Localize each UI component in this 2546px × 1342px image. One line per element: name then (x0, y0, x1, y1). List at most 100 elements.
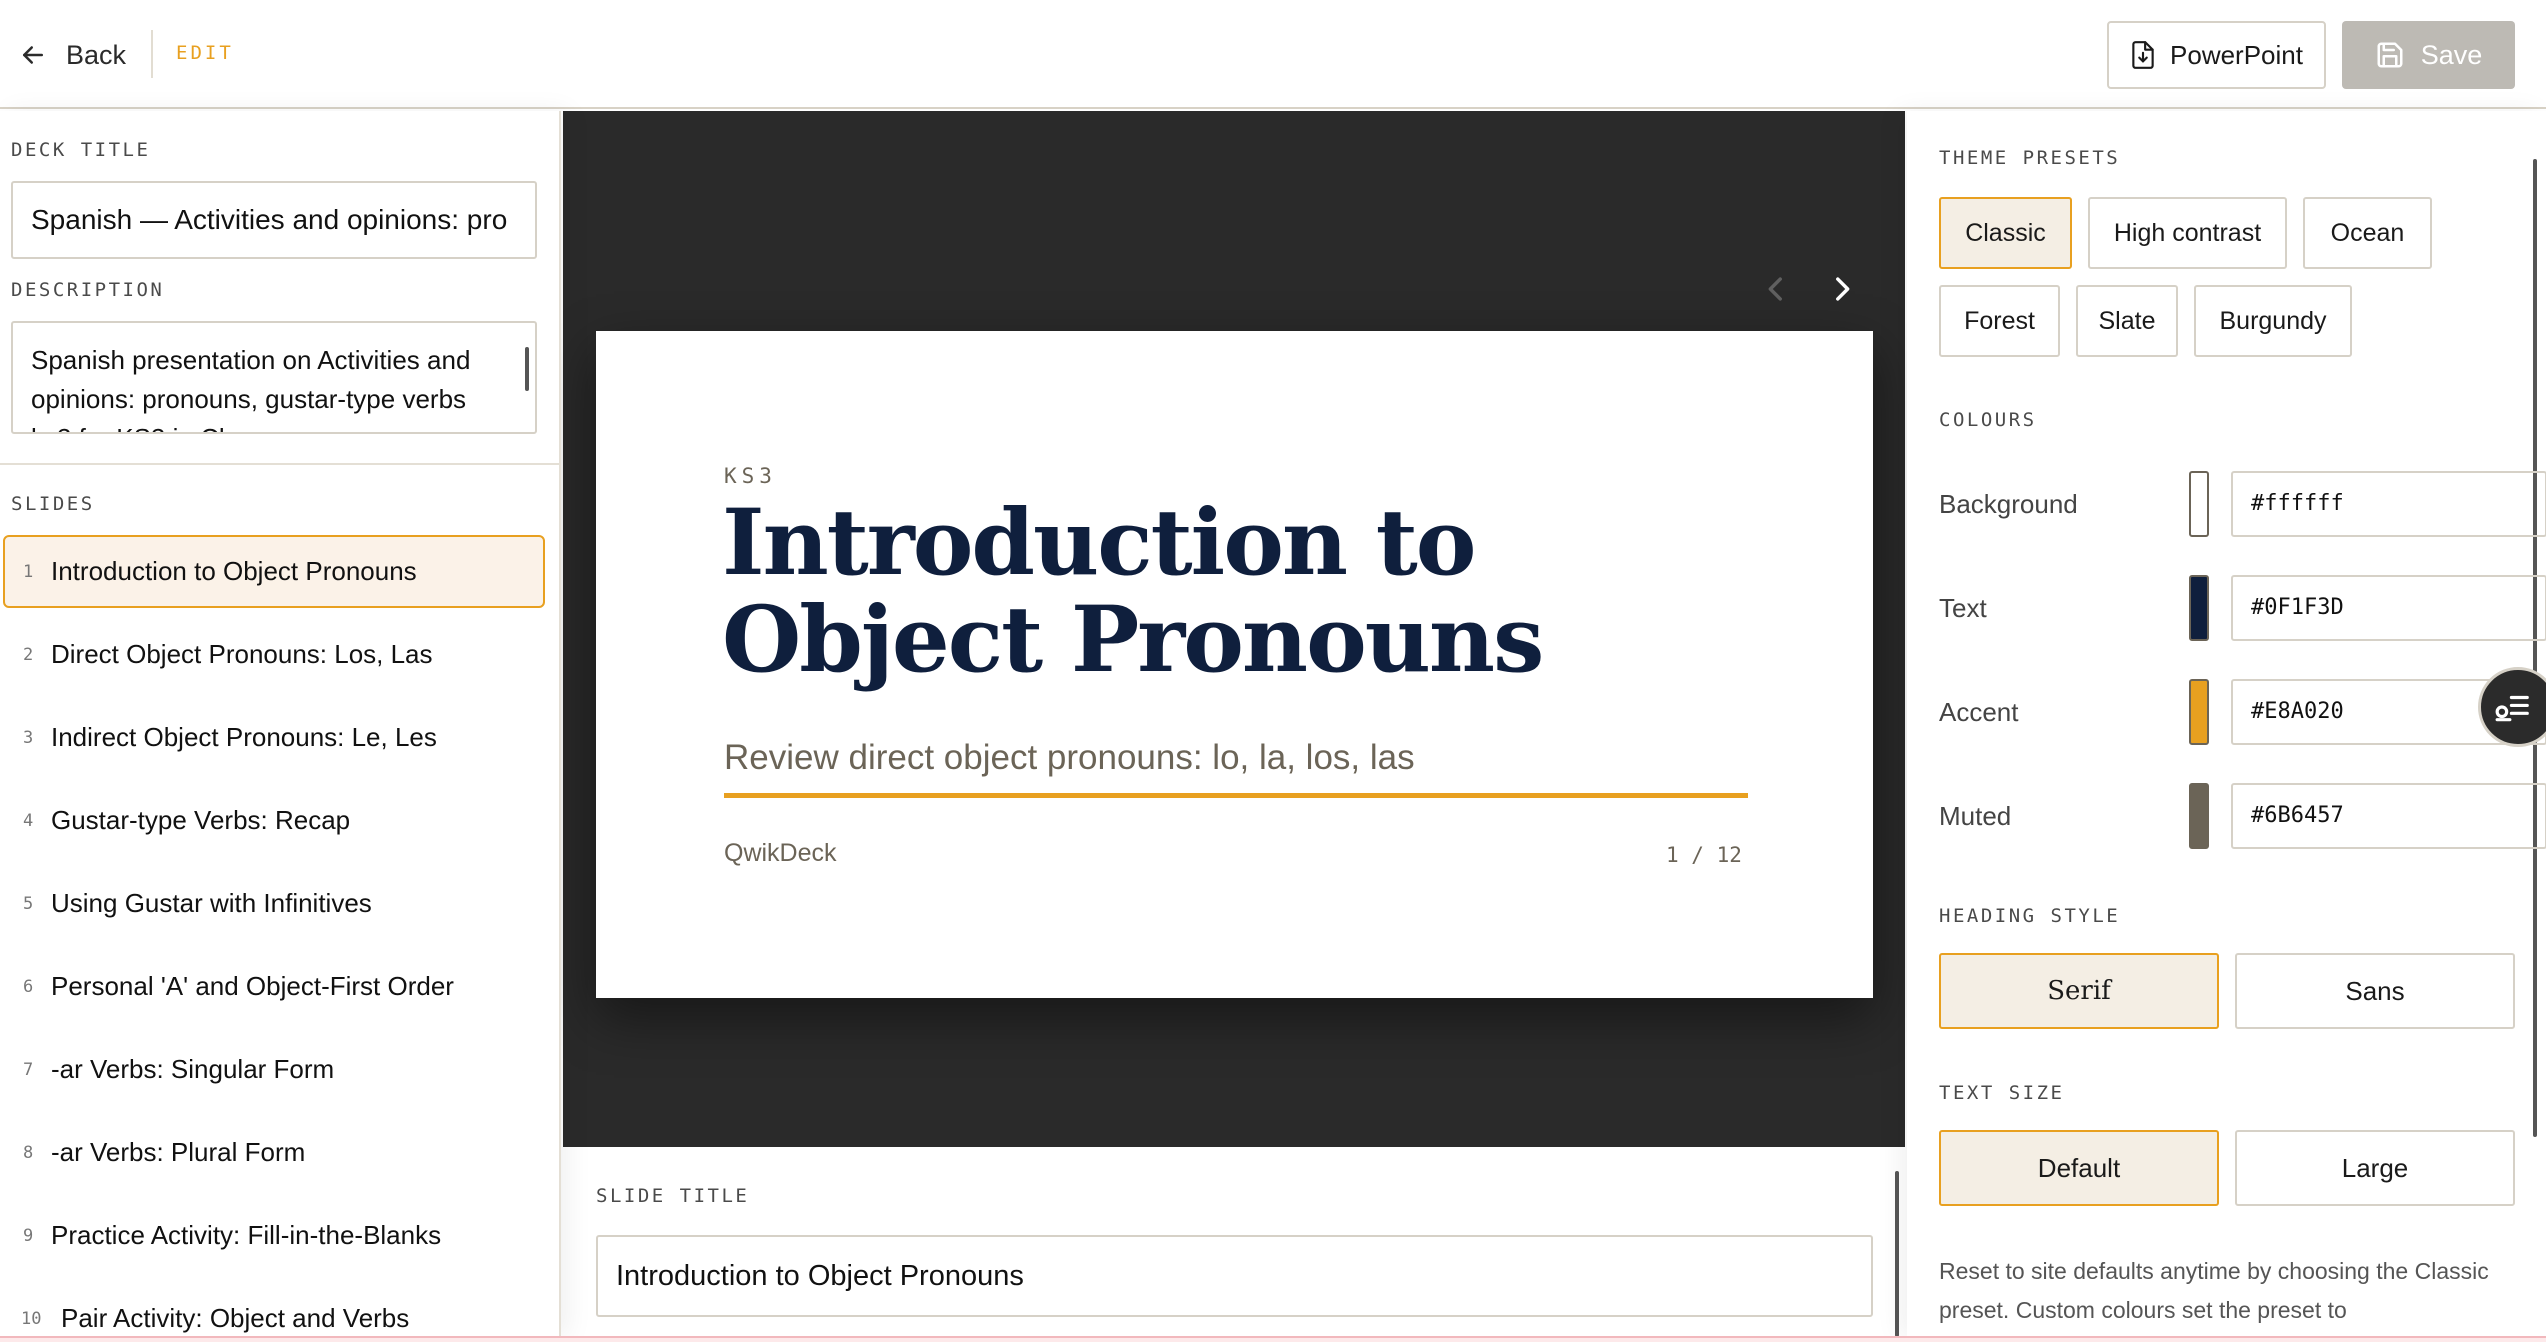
slide-number: 4 (23, 810, 34, 831)
text-size-label: TEXT SIZE (1939, 1082, 2065, 1104)
topbar-divider (151, 30, 153, 78)
theme-presets-label: THEME PRESETS (1939, 147, 2121, 169)
colour-name: Muted (1939, 801, 2012, 831)
chevron-left-icon[interactable] (1759, 272, 1793, 306)
slide-title: Practice Activity: Fill-in-the-Blanks (51, 1220, 442, 1250)
description-textarea[interactable]: Spanish presentation on Activities and o… (11, 321, 537, 434)
colour-hex-input[interactable]: #6B6457 (2231, 783, 2546, 849)
back-label: Back (66, 39, 127, 70)
colour-row-text: Text #0F1F3D (1939, 575, 2546, 641)
preset-burgundy[interactable]: Burgundy (2194, 285, 2352, 357)
sidebar-divider (0, 463, 561, 465)
colours-label: COLOURS (1939, 409, 2037, 431)
slide-title: Introduction to Object Pronouns (51, 556, 417, 586)
slide-list-item[interactable]: 5 Using Gustar with Infinitives (3, 867, 545, 940)
slide-accent-rule (724, 793, 1748, 798)
editor-scrollbar[interactable] (1895, 1171, 1899, 1337)
outline-list-icon (2495, 695, 2529, 722)
slide-list-item[interactable]: 2 Direct Object Pronouns: Los, Las (3, 618, 545, 691)
slide-heading: Introduction to Object Pronouns (722, 490, 1544, 693)
slide-list: 1 Introduction to Object Pronouns 2 Direct … (3, 535, 545, 1342)
slide-page-indicator: 1 / 12 (1666, 843, 1742, 867)
slide-subtitle: Review direct object pronouns: lo, la, l… (724, 738, 1415, 777)
file-download-icon (2132, 41, 2154, 69)
slide-eyebrow: KS3 (724, 464, 777, 488)
slide-editor: SLIDE TITLE Introduction to Object Prono… (563, 1147, 1905, 1337)
bottom-edge (0, 1336, 2546, 1342)
colour-hex-input[interactable]: #0F1F3D (2231, 575, 2546, 641)
slide-number: 1 (23, 561, 34, 582)
description-scrollbar[interactable] (525, 347, 529, 391)
mode-label: EDIT (176, 42, 234, 64)
slide-number: 7 (23, 1059, 34, 1080)
slide-number: 2 (23, 644, 34, 665)
slide-title: Personal 'A' and Object-First Order (51, 971, 454, 1001)
slide-stage: KS3 Introduction to Object Pronouns Revi… (563, 111, 1905, 1147)
colour-row-muted: Muted #6B6457 (1939, 783, 2546, 849)
preset-high-contrast[interactable]: High contrast (2088, 197, 2287, 269)
slide-title-input[interactable]: Introduction to Object Pronouns (596, 1235, 1873, 1317)
slide-number: 5 (23, 893, 34, 914)
slide-brand: QwikDeck (724, 839, 837, 867)
theme-panel: THEME PRESETS Classic High contrast Ocea… (1907, 111, 2546, 1337)
slide-title: -ar Verbs: Singular Form (51, 1054, 335, 1084)
slide-list-item[interactable]: 3 Indirect Object Pronouns: Le, Les (3, 701, 545, 774)
heading-style-serif[interactable]: Serif (1939, 953, 2219, 1029)
slide-number: 9 (23, 1225, 34, 1246)
deck-sidebar: DECK TITLE Spanish — Activities and opin… (0, 111, 561, 1337)
arrow-left-icon (23, 46, 43, 64)
top-bar: Back EDIT PowerPoint Save (0, 0, 2546, 109)
colour-name: Background (1939, 489, 2078, 519)
colour-name: Accent (1939, 697, 2019, 727)
colour-swatch[interactable] (2189, 783, 2209, 849)
back-button[interactable]: Back (18, 34, 126, 76)
description-text: Spanish presentation on Activities and o… (31, 345, 471, 432)
slide-title: Pair Activity: Object and Verbs (61, 1303, 410, 1333)
slide-list-item[interactable]: 10 Pair Activity: Object and Verbs (3, 1282, 545, 1342)
slides-label: SLIDES (11, 493, 95, 515)
slide-number: 6 (23, 976, 34, 997)
floppy-disk-icon (2377, 42, 2403, 68)
colour-swatch[interactable] (2189, 679, 2209, 745)
chevron-right-icon[interactable] (1825, 272, 1859, 306)
slide-list-item[interactable]: 9 Practice Activity: Fill-in-the-Blanks (3, 1199, 545, 1272)
colour-swatch[interactable] (2189, 575, 2209, 641)
slide-list-item[interactable]: 8 -ar Verbs: Plural Form (3, 1116, 545, 1189)
deck-title-input[interactable]: Spanish — Activities and opinions: pro (11, 181, 537, 259)
deck-title-label: DECK TITLE (11, 139, 151, 161)
description-label: DESCRIPTION (11, 279, 165, 301)
colour-row-background: Background #ffffff (1939, 471, 2546, 537)
slide-title: Indirect Object Pronouns: Le, Les (51, 722, 437, 752)
colour-row-accent: Accent #E8A020 (1939, 679, 2546, 745)
slide-preview[interactable]: KS3 Introduction to Object Pronouns Revi… (596, 331, 1873, 998)
text-size-default[interactable]: Default (1939, 1130, 2219, 1206)
heading-style-label: HEADING STYLE (1939, 905, 2121, 927)
powerpoint-export-button[interactable]: PowerPoint (2107, 21, 2326, 89)
preset-slate[interactable]: Slate (2076, 285, 2178, 357)
slide-number: 10 (21, 1308, 42, 1329)
slide-list-item[interactable]: 4 Gustar-type Verbs: Recap (3, 784, 545, 857)
preset-forest[interactable]: Forest (1939, 285, 2060, 357)
theme-help-text: Reset to site defaults anytime by choosi… (1939, 1258, 2489, 1323)
text-size-large[interactable]: Large (2235, 1130, 2515, 1206)
heading-style-sans[interactable]: Sans (2235, 953, 2515, 1029)
slide-title-label: SLIDE TITLE (596, 1185, 750, 1207)
slide-number: 8 (23, 1142, 34, 1163)
preset-classic[interactable]: Classic (1939, 197, 2072, 269)
preset-ocean[interactable]: Ocean (2303, 197, 2432, 269)
slide-number: 3 (23, 727, 34, 748)
slide-title: Direct Object Pronouns: Los, Las (51, 639, 433, 669)
slide-title: Gustar-type Verbs: Recap (51, 805, 351, 835)
slide-list-item[interactable]: 7 -ar Verbs: Singular Form (3, 1033, 545, 1106)
theme-panel-scrollbar[interactable] (2533, 159, 2537, 1137)
colour-hex-input[interactable]: #ffffff (2231, 471, 2546, 537)
colour-swatch[interactable] (2189, 471, 2209, 537)
save-label: Save (2420, 39, 2483, 70)
slide-list-item[interactable]: 1 Introduction to Object Pronouns (3, 535, 545, 608)
colour-name: Text (1939, 593, 1987, 623)
powerpoint-label: PowerPoint (2170, 39, 2303, 70)
slide-title: -ar Verbs: Plural Form (51, 1137, 306, 1167)
save-button[interactable]: Save (2342, 21, 2515, 89)
slide-list-item[interactable]: 6 Personal 'A' and Object-First Order (3, 950, 545, 1023)
slide-title: Using Gustar with Infinitives (51, 888, 372, 918)
